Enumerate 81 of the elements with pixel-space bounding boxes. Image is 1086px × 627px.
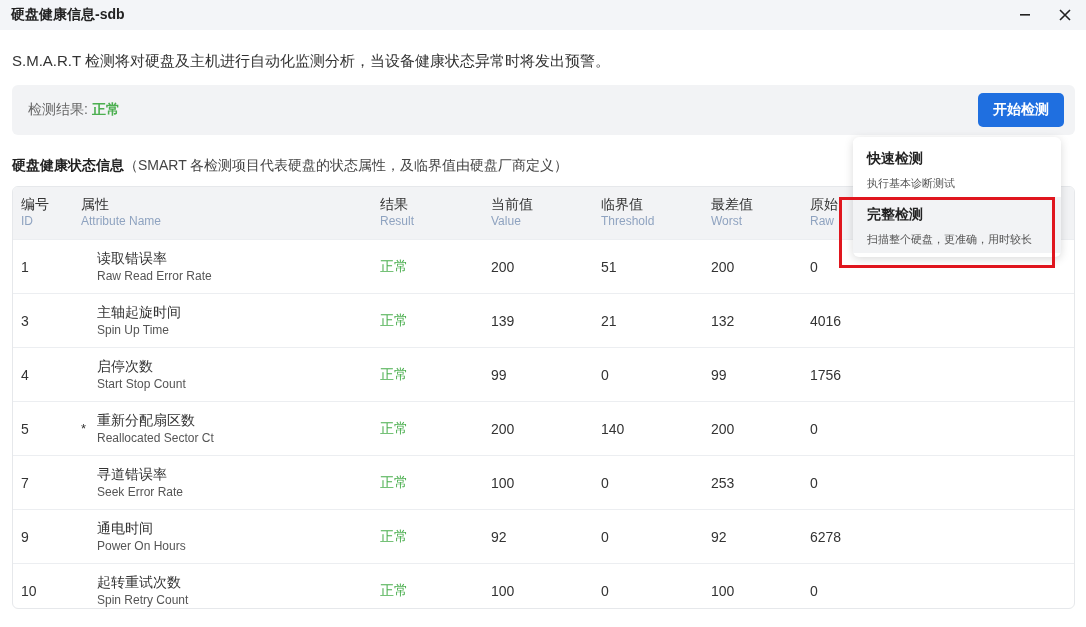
attribute-name: 启停次数 xyxy=(97,356,154,375)
attribute-name: 通电时间 xyxy=(97,518,154,537)
table-cell-text: 1 xyxy=(20,258,29,275)
table-cell-text: 139 xyxy=(490,312,515,329)
table-cell-text: 21 xyxy=(600,312,617,329)
table-cell-text: 7 xyxy=(20,474,29,491)
attribute-name: 起转重试次数 xyxy=(97,572,182,591)
column-subheading: ID xyxy=(21,213,33,230)
table-cell-text: 100 xyxy=(490,474,515,491)
menu-item[interactable]: 快速检测 执行基本诊断测试 xyxy=(853,141,1061,197)
critical-mark: * xyxy=(81,421,88,436)
column-heading: 属性 xyxy=(81,196,109,213)
attribute-name: 主轴起旋时间 xyxy=(97,302,181,321)
table-cell-text: 1756 xyxy=(809,366,842,383)
attribute-english-name: Spin Up Time xyxy=(97,321,171,339)
table-cell-text: 4 xyxy=(20,366,29,383)
attribute-name: 寻道错误率 xyxy=(97,464,168,483)
status-label: 检测结果: xyxy=(28,101,88,119)
start-button[interactable]: 开始检测 xyxy=(978,93,1064,127)
attribute-english-name: Spin Retry Count xyxy=(97,591,189,608)
attribute-english-name: Start Stop Count xyxy=(97,375,186,393)
result-text: 正常 xyxy=(379,581,408,600)
table-cell-text: 6278 xyxy=(809,528,842,545)
column-subheading: Result xyxy=(380,213,414,230)
menu-item[interactable]: 完整检测 扫描整个硬盘，更准确，用时较长 xyxy=(853,197,1061,253)
table-cell-text: 0 xyxy=(809,474,818,491)
column-heading: 原始 xyxy=(810,196,838,213)
table-cell-text: 51 xyxy=(600,258,617,275)
column-subheading: Threshold xyxy=(601,213,655,230)
table-cell-text: 200 xyxy=(490,258,515,275)
table-cell-text: 5 xyxy=(20,420,29,437)
column-heading: 最差值 xyxy=(711,196,753,213)
table-cell-text: 132 xyxy=(710,312,735,329)
table-cell-text: 100 xyxy=(490,582,515,599)
result-text: 正常 xyxy=(379,473,408,492)
result-text: 正常 xyxy=(379,311,408,330)
column-heading: 当前值 xyxy=(491,196,533,213)
result-text: 正常 xyxy=(379,419,408,438)
table-cell-text: 10 xyxy=(20,582,37,599)
result-text: 正常 xyxy=(379,527,408,546)
column-heading: 临界值 xyxy=(601,196,643,213)
close-icon xyxy=(1059,9,1071,21)
attribute-english-name: Reallocated Sector Ct xyxy=(97,429,214,447)
window-title: 硬盘健康信息-sdb xyxy=(11,6,126,24)
table-cell-text: 140 xyxy=(600,420,625,437)
table-cell-text: 100 xyxy=(710,582,735,599)
column-subheading: Raw xyxy=(810,213,834,230)
status-value: 正常 xyxy=(91,101,120,119)
table-cell-text: 0 xyxy=(600,474,609,491)
table-cell-text: 92 xyxy=(490,528,507,545)
column-heading: 结果 xyxy=(380,196,408,213)
table-cell-text: 99 xyxy=(710,366,727,383)
attribute-english-name: Power On Hours xyxy=(97,537,186,555)
description-text: S.M.A.R.T 检测将对硬盘及主机进行自动化监测分析，当设备健康状态异常时将发出预警。 xyxy=(12,52,612,71)
table-cell-text: 0 xyxy=(809,582,818,599)
table-cell-text: 200 xyxy=(710,258,735,275)
section-note: （SMART 各检测项目代表硬盘的状态属性，及临界值由硬盘厂商定义） xyxy=(124,157,569,173)
section-title: 硬盘健康状态信息 xyxy=(12,157,124,173)
table-cell-text: 200 xyxy=(490,420,515,437)
table-cell-text: 4016 xyxy=(809,312,842,329)
table-cell-text: 0 xyxy=(600,366,609,383)
column-subheading: Value xyxy=(491,213,521,230)
column-heading: 编号 xyxy=(21,196,49,213)
column-subheading: Attribute Name xyxy=(81,213,162,230)
result-text: 正常 xyxy=(379,365,408,384)
table-cell-text: 92 xyxy=(710,528,727,545)
attribute-english-name: Raw Read Error Rate xyxy=(97,267,212,285)
attribute-name: 读取错误率 xyxy=(97,248,168,267)
table-cell-text: 0 xyxy=(809,420,818,437)
attribute-english-name: Seek Error Rate xyxy=(97,483,184,501)
table-cell-text: 99 xyxy=(490,366,507,383)
table-cell-text: 0 xyxy=(600,528,609,545)
table-cell-text: 0 xyxy=(600,582,609,599)
table-cell-text: 9 xyxy=(20,528,29,545)
table-cell-text: 0 xyxy=(809,258,818,275)
table-cell-text: 200 xyxy=(710,420,735,437)
table-cell-text: 253 xyxy=(710,474,735,491)
attribute-name: 重新分配扇区数 xyxy=(97,410,196,429)
table-cell-text: 3 xyxy=(20,312,29,329)
column-subheading: Worst xyxy=(711,213,743,230)
result-text: 正常 xyxy=(379,257,408,276)
